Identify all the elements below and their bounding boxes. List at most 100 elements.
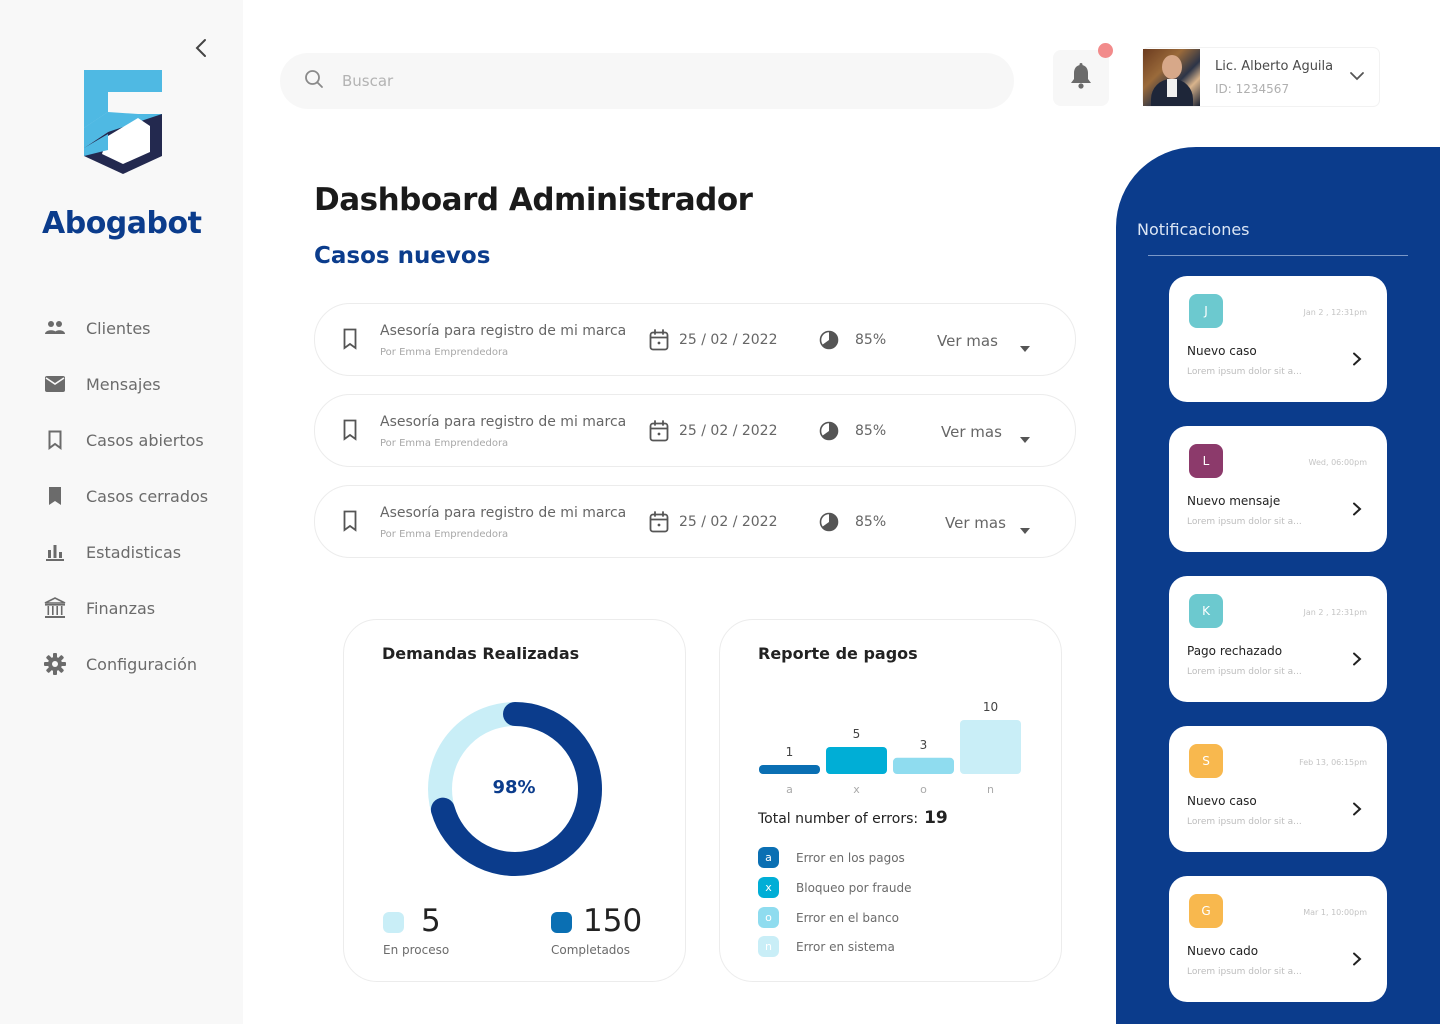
case-date: 25 / 02 / 2022	[679, 423, 778, 439]
divider	[1148, 255, 1408, 256]
chevron-right-icon[interactable]	[1351, 501, 1363, 520]
notification-avatar: L	[1189, 444, 1223, 478]
progress-pie-icon	[819, 330, 839, 354]
case-author: Por Emma Emprendedora	[380, 438, 509, 449]
notification-card[interactable]: S Feb 13, 06:15pm Nuevo caso Lorem ipsum…	[1169, 726, 1387, 852]
sidebar-item-configuracion[interactable]: Configuración	[0, 636, 243, 692]
notification-preview: Lorem ipsum dolor sit a...	[1187, 517, 1302, 527]
total-errors: Total number of errors: 19	[758, 808, 948, 828]
notification-preview: Lorem ipsum dolor sit a...	[1187, 367, 1302, 377]
bar-n	[960, 720, 1021, 774]
caret-down-icon[interactable]	[1020, 337, 1030, 356]
notifications-panel: Notificaciones J Jan 2 , 12:31pm Nuevo c…	[1116, 147, 1440, 1024]
demandas-card: Demandas Realizadas 98% 5 En proceso 150…	[343, 619, 686, 982]
user-name: Lic. Alberto Aguila	[1215, 58, 1334, 74]
notification-card[interactable]: L Wed, 06:00pm Nuevo mensaje Lorem ipsum…	[1169, 426, 1387, 552]
sidebar-item-label: Configuración	[86, 654, 198, 674]
search-input[interactable]	[342, 72, 942, 90]
notification-preview: Lorem ipsum dolor sit a...	[1187, 967, 1302, 977]
case-progress: 85%	[855, 332, 887, 348]
sidebar-item-label: Mensajes	[86, 374, 161, 394]
ver-mas-link[interactable]: Ver mas	[941, 423, 1002, 441]
notification-time: Feb 13, 06:15pm	[1299, 758, 1367, 767]
case-title: Asesoría para registro de mi marca	[380, 505, 627, 521]
total-errors-value: 19	[924, 808, 948, 828]
notification-time: Jan 2 , 12:31pm	[1303, 308, 1367, 317]
brand-name: Abogabot	[42, 206, 202, 241]
sidebar-item-label: Finanzas	[86, 598, 156, 618]
mail-icon	[44, 373, 66, 395]
calendar-icon	[649, 329, 669, 355]
notification-title: Nuevo caso	[1187, 794, 1257, 808]
notification-time: Jan 2 , 12:31pm	[1303, 608, 1367, 617]
sidebar-item-casos-abiertos[interactable]: Casos abiertos	[0, 412, 243, 468]
bookmark-filled-icon	[44, 485, 66, 507]
user-id: ID: 1234567	[1215, 81, 1290, 96]
search-bar[interactable]	[280, 53, 1014, 109]
caret-down-icon[interactable]	[1020, 428, 1030, 447]
sidebar-item-clientes[interactable]: Clientes	[0, 300, 243, 356]
bar-category-label: a	[786, 783, 793, 796]
notification-card[interactable]: K Jan 2 , 12:31pm Pago rechazado Lorem i…	[1169, 576, 1387, 702]
bank-icon	[44, 597, 66, 619]
legend-key: x	[758, 877, 779, 898]
notifications-button[interactable]	[1053, 43, 1113, 106]
stat-value-en-proceso: 5	[421, 903, 441, 939]
notification-card[interactable]: J Jan 2 , 12:31pm Nuevo caso Lorem ipsum…	[1169, 276, 1387, 402]
case-progress: 85%	[855, 514, 887, 530]
progress-pie-icon	[819, 512, 839, 536]
collapse-sidebar-chevron-left-icon[interactable]	[190, 36, 214, 60]
legend-label: Error en el banco	[796, 910, 899, 925]
bar-value-label: 1	[786, 745, 794, 759]
sidebar-item-label: Clientes	[86, 318, 151, 338]
notification-title: Nuevo cado	[1187, 944, 1259, 958]
stat-value-completados: 150	[583, 903, 643, 939]
notification-title: Nuevo caso	[1187, 344, 1257, 358]
bookmark-outline-icon	[44, 429, 66, 451]
chevron-right-icon[interactable]	[1351, 351, 1363, 370]
chevron-right-icon[interactable]	[1351, 951, 1363, 970]
sidebar-item-mensajes[interactable]: Mensajes	[0, 356, 243, 412]
case-progress: 85%	[855, 423, 887, 439]
ver-mas-link[interactable]: Ver mas	[937, 332, 998, 350]
sidebar-item-finanzas[interactable]: Finanzas	[0, 580, 243, 636]
legend-key: o	[758, 907, 779, 928]
notification-title: Nuevo mensaje	[1187, 494, 1281, 508]
avatar	[1143, 48, 1200, 106]
stat-color-en-proceso	[383, 912, 404, 933]
bar-category-label: x	[853, 783, 860, 796]
sidebar-item-label: Casos abiertos	[86, 430, 204, 450]
user-menu[interactable]: Lic. Alberto Aguila ID: 1234567	[1143, 48, 1379, 106]
bookmark-icon[interactable]	[343, 510, 357, 536]
gear-icon	[44, 653, 66, 675]
case-author: Por Emma Emprendedora	[380, 347, 509, 358]
case-row[interactable]: Asesoría para registro de mi marca Por E…	[314, 303, 1076, 376]
notification-avatar: K	[1189, 594, 1223, 628]
chevron-down-icon[interactable]	[1349, 68, 1365, 88]
bar-category-label: n	[987, 783, 994, 796]
chevron-right-icon[interactable]	[1351, 651, 1363, 670]
notification-avatar: J	[1189, 294, 1223, 328]
stat-label-completados: Completados	[551, 943, 631, 957]
sidebar-item-estadisticas[interactable]: Estadisticas	[0, 524, 243, 580]
abogabot-logo-icon	[80, 68, 166, 176]
notification-card[interactable]: G Mar 1, 10:00pm Nuevo cado Lorem ipsum …	[1169, 876, 1387, 1002]
payments-bar-chart: 1 a 5 x 3 o 10 n	[759, 700, 1021, 796]
notification-badge	[1098, 43, 1113, 58]
stat-label-en-proceso: En proceso	[383, 943, 450, 957]
sidebar-item-casos-cerrados[interactable]: Casos cerrados	[0, 468, 243, 524]
notification-time: Mar 1, 10:00pm	[1303, 908, 1367, 917]
bookmark-icon[interactable]	[343, 328, 357, 354]
bar-chart-icon	[44, 541, 66, 563]
sidebar-item-label: Casos cerrados	[86, 486, 209, 506]
caret-down-icon[interactable]	[1020, 519, 1030, 538]
legend-item: a Error en los pagos	[758, 847, 905, 868]
chevron-right-icon[interactable]	[1351, 801, 1363, 820]
ver-mas-link[interactable]: Ver mas	[945, 514, 1006, 532]
case-row[interactable]: Asesoría para registro de mi marca Por E…	[314, 485, 1076, 558]
bookmark-icon[interactable]	[343, 419, 357, 445]
case-row[interactable]: Asesoría para registro de mi marca Por E…	[314, 394, 1076, 467]
pagos-card: Reporte de pagos 1 a 5 x 3 o 10 n Total number …	[719, 619, 1062, 982]
notification-avatar: G	[1189, 894, 1223, 928]
bell-icon	[1070, 63, 1092, 93]
